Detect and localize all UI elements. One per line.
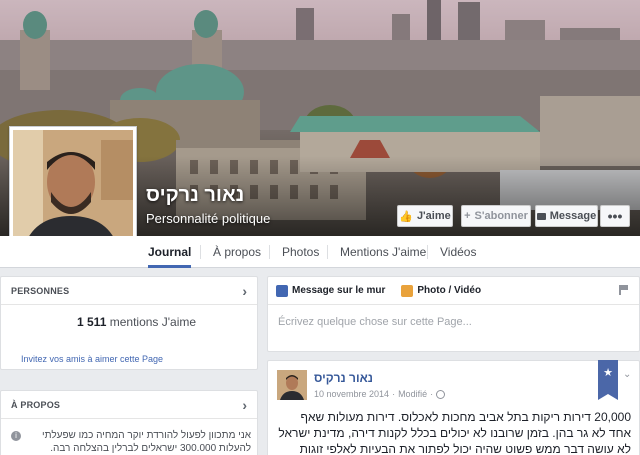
thumbs-up-icon: 👍 <box>399 210 413 223</box>
chevron-right-icon[interactable]: › <box>242 397 247 413</box>
invite-friends-link[interactable]: Invitez vos amis à aimer cette Page <box>21 354 163 364</box>
profile-picture[interactable] <box>9 126 137 254</box>
person-portrait-illustration <box>13 130 133 250</box>
tab-divider <box>327 245 328 259</box>
composer-photo-label: Photo / Vidéo <box>417 285 482 296</box>
meta-separator: · <box>392 389 396 399</box>
about-description-row: i אני מתכוון לפעול להורדת יוקר המחיה כמו… <box>11 429 251 455</box>
photo-icon <box>401 284 414 297</box>
post-date-link[interactable]: 10 novembre 2014 <box>314 389 389 399</box>
plus-icon: + <box>464 210 471 222</box>
info-icon: i <box>11 431 21 441</box>
post-author-link[interactable]: נאור נרקיס <box>314 371 373 385</box>
composer-input[interactable]: Écrivez quelque chose sur cette Page... <box>278 316 472 328</box>
people-box: PERSONNES › 1 511 mentions J'aime Invite… <box>0 276 258 370</box>
subscribe-button[interactable]: + S'abonner <box>461 205 531 227</box>
page-category: Personnalité politique <box>146 211 271 226</box>
about-description: אני מתכוון לפעול להורדת יוקר המחיה כמו ש… <box>42 430 251 454</box>
meta-separator: · <box>430 389 434 399</box>
tab-divider <box>427 245 428 259</box>
about-title: À PROPOS <box>11 399 61 410</box>
tab-likes[interactable]: Mentions J'aime <box>340 236 426 268</box>
globe-icon <box>436 389 446 399</box>
message-icon <box>536 212 546 220</box>
profile-photo <box>13 130 133 250</box>
flag-icon[interactable] <box>619 285 629 295</box>
post-meta: 10 novembre 2014 · Modifié · <box>314 389 446 399</box>
ellipsis-icon: ••• <box>607 208 623 224</box>
page-title: נאור נרקיס <box>146 184 245 206</box>
composer-tab-status[interactable]: Message sur le mur <box>276 284 386 297</box>
post-edited-label[interactable]: Modifié <box>398 389 427 399</box>
subscribe-label: S'abonner <box>474 210 528 222</box>
tab-photos[interactable]: Photos <box>282 236 319 268</box>
composer-tab-photo[interactable]: Photo / Vidéo <box>401 284 482 297</box>
more-options-button[interactable]: ••• <box>600 205 630 227</box>
tab-journal[interactable]: Journal <box>148 236 192 268</box>
chevron-right-icon[interactable]: › <box>242 283 247 299</box>
post-body: 20,000 דירות ריקות בתל אביב מחכות לאכלוס… <box>278 410 631 455</box>
likes-count-line: 1 511 mentions J'aime <box>77 315 196 329</box>
like-label: J'aime <box>416 210 451 222</box>
composer-box: Message sur le mur Photo / Vidéo Écrivez… <box>267 276 640 352</box>
bookmark-tail <box>598 394 618 400</box>
message-button[interactable]: Message <box>535 205 598 227</box>
post-card: נאור נרקיס 10 novembre 2014 · Modifié · … <box>267 360 640 455</box>
message-label: Message <box>549 210 597 222</box>
likes-count-suffix: mentions J'aime <box>109 315 197 329</box>
page-tab-bar: Journal À propos Photos Mentions J'aime … <box>0 236 640 268</box>
people-box-header[interactable]: PERSONNES › <box>1 277 257 305</box>
about-box: À PROPOS › i אני מתכוון לפעול להורדת יוק… <box>0 390 258 455</box>
pencil-icon <box>276 284 288 297</box>
chevron-down-icon[interactable]: ⌄ <box>623 369 631 380</box>
likes-count: 1 511 <box>77 315 107 329</box>
tab-about[interactable]: À propos <box>213 236 261 268</box>
tab-divider <box>200 245 201 259</box>
pinned-bookmark-badge: ★ <box>598 360 618 400</box>
avatar-portrait-illustration <box>277 370 307 400</box>
composer-status-label: Message sur le mur <box>292 285 386 296</box>
composer-tabs: Message sur le mur Photo / Vidéo <box>268 277 639 305</box>
people-title: PERSONNES <box>11 285 70 296</box>
about-box-header[interactable]: À PROPOS › <box>1 391 257 419</box>
tab-divider <box>269 245 270 259</box>
tab-videos[interactable]: Vidéos <box>440 236 476 268</box>
star-icon: ★ <box>603 367 613 379</box>
like-button[interactable]: 👍 J'aime <box>397 205 453 227</box>
avatar[interactable] <box>277 370 307 400</box>
